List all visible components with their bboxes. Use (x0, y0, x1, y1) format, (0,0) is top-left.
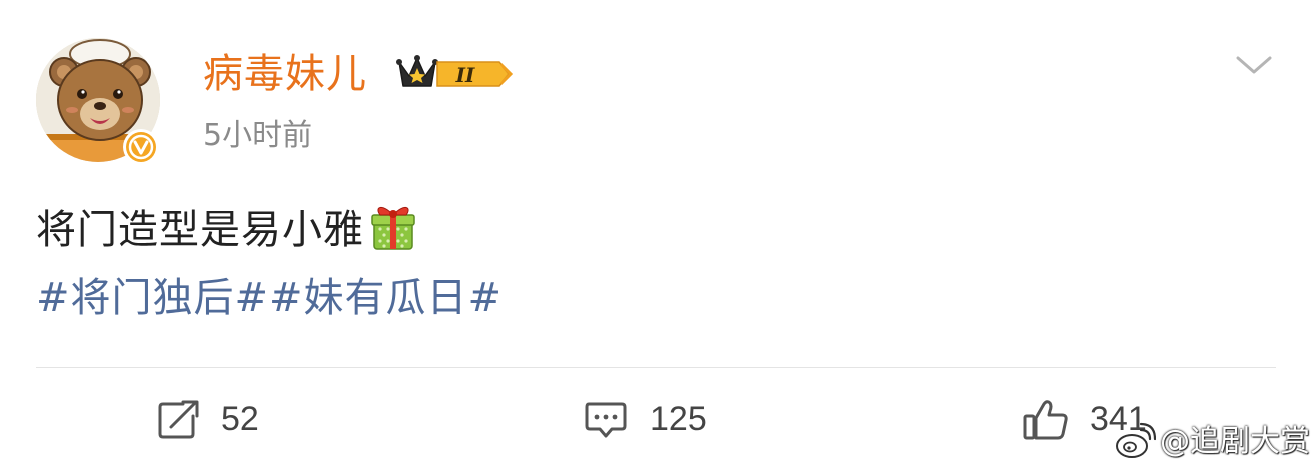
level-label: II (455, 63, 475, 87)
watermark-text: @追剧大赏 (1160, 424, 1310, 459)
action-divider (36, 367, 1276, 368)
post-content: 将门造型是易小雅 (36, 200, 416, 260)
gift-icon (370, 201, 416, 251)
hashtag-link[interactable]: #妹有瓜日# (269, 275, 502, 321)
post-timestamp: 5小时前 (203, 118, 313, 153)
share-count: 52 (221, 400, 259, 438)
post-text: 将门造型是易小雅 (36, 207, 364, 253)
comment-icon (585, 402, 627, 438)
share-icon (158, 400, 199, 439)
avatar-container[interactable] (36, 38, 162, 166)
thumbs-up-icon (1023, 400, 1068, 440)
author-name[interactable]: 病毒妹儿 (203, 50, 367, 98)
member-level-badge[interactable]: II (395, 50, 515, 96)
comment-button[interactable]: 125 (584, 396, 734, 442)
watermark: @追剧大赏 (1114, 420, 1310, 464)
post-menu-button[interactable] (1234, 52, 1274, 78)
verified-badge-icon (122, 128, 160, 166)
hashtag-link[interactable]: #将门独后# (36, 275, 269, 321)
hashtag-list: #将门独后##妹有瓜日# (36, 268, 502, 328)
crown-icon (396, 55, 438, 87)
comment-count: 125 (650, 400, 707, 438)
share-button[interactable]: 52 (157, 396, 287, 442)
weibo-icon (1116, 422, 1156, 458)
chevron-down-icon (1236, 56, 1272, 74)
weibo-post: 病毒妹儿 II 5小时前 将门造型是易小雅 #将门独后##妹有瓜日# 52 12… (0, 0, 1312, 474)
